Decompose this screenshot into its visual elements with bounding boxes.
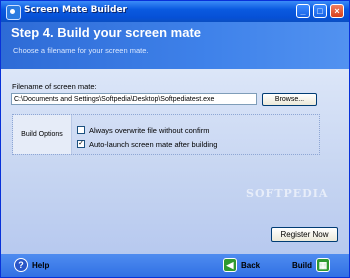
- browse-button[interactable]: Browse...: [262, 93, 317, 106]
- overwrite-option-label: Always overwrite file without confirm: [89, 126, 210, 135]
- step-header: Step 4. Build your screen mate Choose a …: [1, 22, 349, 69]
- step-subtitle: Choose a filename for your screen mate.: [13, 46, 149, 55]
- window-title: Screen Mate Builder: [24, 5, 127, 15]
- build-icon: ▦: [316, 257, 330, 272]
- title-bar[interactable]: Screen Mate Builder _ □ ×: [1, 1, 349, 22]
- auto-launch-checkbox[interactable]: ✓: [77, 140, 85, 149]
- help-icon: ?: [14, 257, 28, 272]
- auto-launch-option-label: Auto-launch screen mate after building: [89, 140, 218, 149]
- overwrite-option[interactable]: Always overwrite file without confirm: [77, 126, 209, 135]
- build-options-group: Build Options Always overwrite file with…: [12, 114, 320, 155]
- back-button[interactable]: ◀ Back: [223, 257, 261, 274]
- auto-launch-option[interactable]: ✓ Auto-launch screen mate after building: [77, 140, 217, 149]
- build-label: Build: [292, 261, 312, 270]
- build-options-label: Build Options: [13, 115, 72, 154]
- wizard-footer: ? Help ◀ Back Build ▦: [1, 254, 349, 277]
- help-button[interactable]: ? Help: [14, 257, 50, 274]
- step-title: Step 4. Build your screen mate: [11, 25, 202, 40]
- overwrite-checkbox[interactable]: [77, 126, 85, 135]
- back-label: Back: [241, 261, 261, 270]
- build-button[interactable]: Build ▦: [292, 257, 330, 274]
- minimize-button[interactable]: _: [296, 4, 310, 18]
- content-panel: Filename of screen mate: C:\Documents an…: [1, 69, 349, 254]
- app-icon: [6, 5, 21, 20]
- filename-label: Filename of screen mate:: [12, 82, 97, 91]
- close-button[interactable]: ×: [330, 4, 344, 18]
- filename-input[interactable]: C:\Documents and Settings\Softpedia\Desk…: [11, 93, 257, 105]
- register-now-button[interactable]: Register Now: [271, 227, 338, 242]
- back-arrow-icon: ◀: [223, 257, 237, 272]
- softpedia-watermark: SOFTPEDIA: [246, 187, 329, 200]
- maximize-button[interactable]: □: [313, 4, 327, 18]
- screen-mate-builder-window: Screen Mate Builder _ □ × Step 4. Build …: [0, 0, 350, 278]
- help-label: Help: [32, 261, 50, 270]
